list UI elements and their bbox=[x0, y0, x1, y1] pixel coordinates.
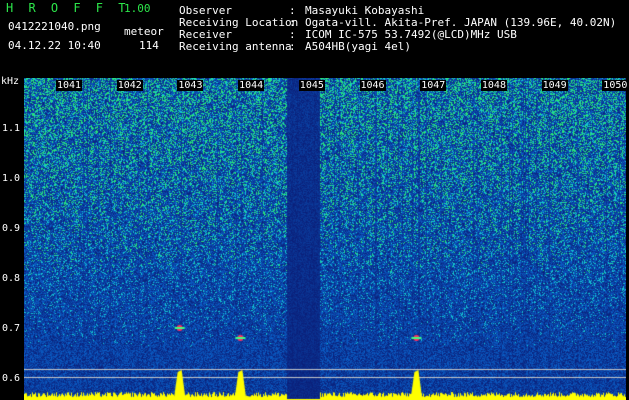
app-version: 1.00 bbox=[124, 2, 151, 15]
y-tick-label: 0.8 bbox=[2, 273, 21, 284]
info-key-antenna: Receiving antenna bbox=[179, 40, 292, 53]
x-tick-label: 1043 bbox=[177, 80, 204, 91]
file-name: 0412221040.png bbox=[8, 20, 101, 33]
meteor-count: 114 bbox=[139, 39, 159, 52]
x-tick-label: 1042 bbox=[116, 80, 143, 91]
x-tick-label: 1045 bbox=[298, 80, 325, 91]
meteor-label: meteor bbox=[124, 25, 164, 38]
y-tick-label: 0.7 bbox=[2, 323, 21, 334]
x-tick-label: 1044 bbox=[238, 80, 265, 91]
x-tick-label: 1047 bbox=[420, 80, 447, 91]
y-tick-label: 0.9 bbox=[2, 223, 21, 234]
info-value-antenna: A504HB(yagi 4el) bbox=[305, 40, 411, 53]
y-axis-label: kHz bbox=[1, 76, 20, 87]
y-tick-label: 1.0 bbox=[2, 173, 21, 184]
x-tick-label: 1048 bbox=[480, 80, 507, 91]
y-tick-label: 0.6 bbox=[2, 373, 21, 384]
x-tick-label: 1041 bbox=[56, 80, 83, 91]
app-title: H R O F F T bbox=[6, 1, 130, 15]
x-tick-label: 1049 bbox=[541, 80, 568, 91]
x-tick-label: 1050 bbox=[602, 80, 629, 91]
date-time: 04.12.22 10:40 bbox=[8, 39, 101, 52]
info-colon: : bbox=[289, 40, 296, 53]
x-tick-label: 1046 bbox=[359, 80, 386, 91]
spectrogram-canvas bbox=[24, 78, 626, 400]
y-tick-label: 1.1 bbox=[2, 123, 21, 134]
